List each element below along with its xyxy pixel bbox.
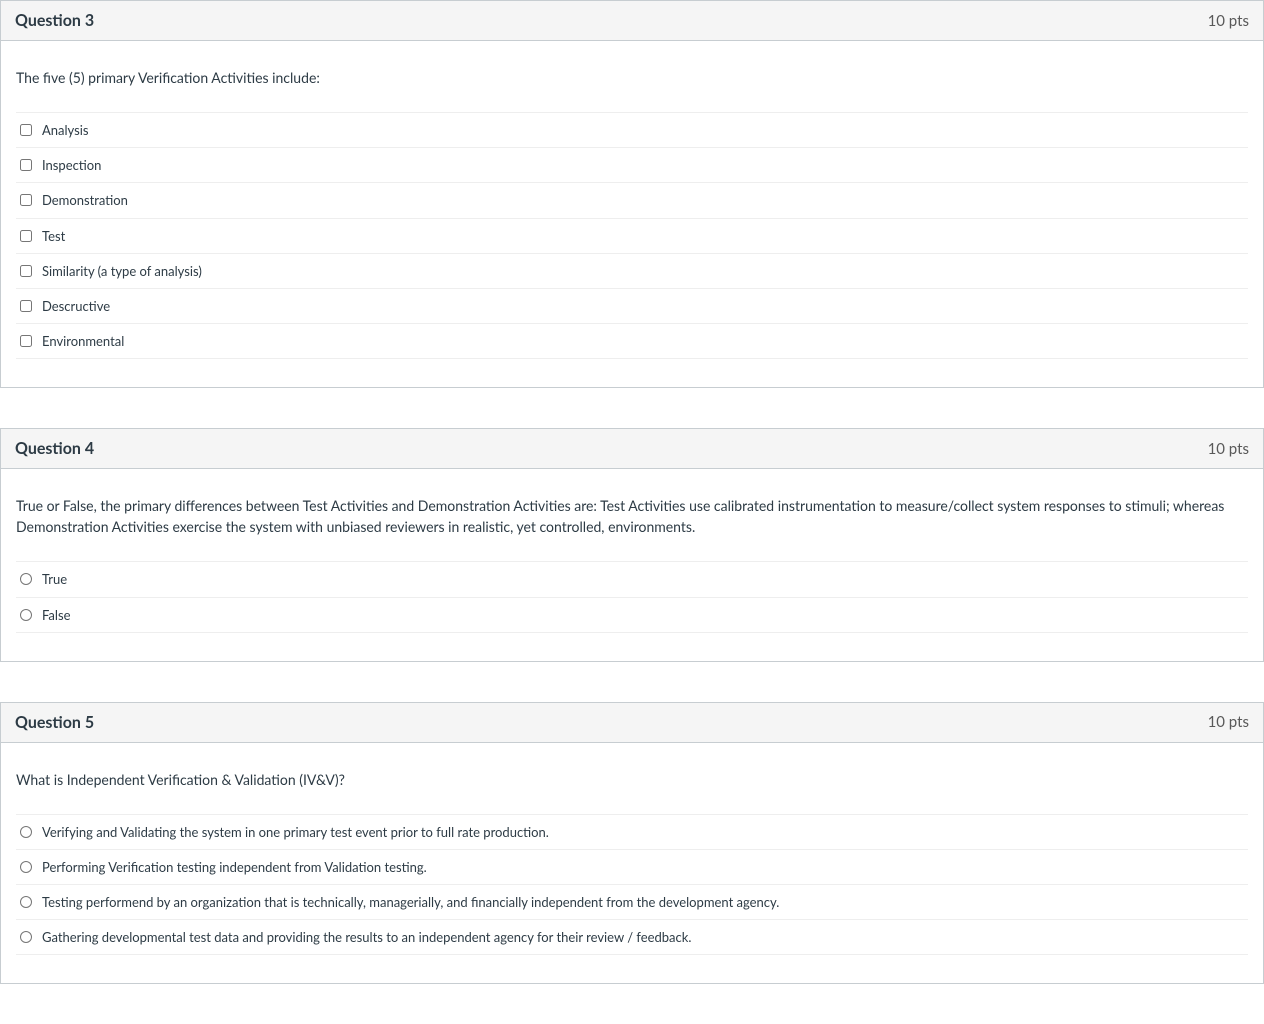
answer-checkbox[interactable] [20, 300, 32, 312]
question-block-5: Question 5 10 pts What is Independent Ve… [0, 702, 1264, 985]
answer-label: Verifying and Validating the system in o… [42, 823, 549, 841]
question-title: Question 5 [15, 713, 94, 732]
answer-label: Similarity (a type of analysis) [42, 262, 202, 280]
answer-radio[interactable] [20, 573, 32, 585]
answer-checkbox[interactable] [20, 194, 32, 206]
answer-label: Analysis [42, 121, 89, 139]
answer-checkbox[interactable] [20, 124, 32, 136]
answer-label: Inspection [42, 156, 101, 174]
answer-option[interactable]: Descructive [16, 289, 1248, 324]
question-title: Question 3 [15, 11, 94, 30]
answer-option[interactable]: Similarity (a type of analysis) [16, 254, 1248, 289]
answer-label: False [42, 606, 70, 624]
answer-label: Test [42, 227, 65, 245]
answer-radio[interactable] [20, 609, 32, 621]
answer-label: Gathering developmental test data and pr… [42, 928, 691, 946]
answer-radio[interactable] [20, 826, 32, 838]
question-title: Question 4 [15, 439, 94, 458]
answer-radio[interactable] [20, 861, 32, 873]
answers-list: True False [16, 561, 1248, 632]
answer-option[interactable]: Performing Verification testing independ… [16, 850, 1248, 885]
question-block-3: Question 3 10 pts The five (5) primary V… [0, 0, 1264, 388]
answer-option[interactable]: Analysis [16, 113, 1248, 148]
answer-option[interactable]: Inspection [16, 148, 1248, 183]
question-text: What is Independent Verification & Valid… [16, 769, 1248, 790]
answer-label: Environmental [42, 332, 124, 350]
question-body: What is Independent Verification & Valid… [1, 743, 1263, 984]
answer-option[interactable]: Verifying and Validating the system in o… [16, 815, 1248, 850]
answer-checkbox[interactable] [20, 335, 32, 347]
answers-list: Analysis Inspection Demonstration Test S… [16, 112, 1248, 359]
answer-option[interactable]: True [16, 562, 1248, 597]
answer-radio[interactable] [20, 896, 32, 908]
question-header: Question 3 10 pts [1, 1, 1263, 41]
question-body: True or False, the primary differences b… [1, 469, 1263, 660]
answer-label: Performing Verification testing independ… [42, 858, 427, 876]
answer-label: Testing performend by an organization th… [42, 893, 779, 911]
answer-option[interactable]: Demonstration [16, 183, 1248, 218]
answer-label: True [42, 570, 67, 588]
question-text: The five (5) primary Verification Activi… [16, 67, 1248, 88]
question-header: Question 4 10 pts [1, 429, 1263, 469]
question-points: 10 pts [1208, 440, 1249, 458]
answer-checkbox[interactable] [20, 159, 32, 171]
answer-checkbox[interactable] [20, 230, 32, 242]
question-block-4: Question 4 10 pts True or False, the pri… [0, 428, 1264, 661]
answer-label: Demonstration [42, 191, 128, 209]
answer-radio[interactable] [20, 931, 32, 943]
question-header: Question 5 10 pts [1, 703, 1263, 743]
answer-label: Descructive [42, 297, 110, 315]
question-points: 10 pts [1208, 12, 1249, 30]
answer-option[interactable]: False [16, 598, 1248, 633]
question-points: 10 pts [1208, 713, 1249, 731]
question-body: The five (5) primary Verification Activi… [1, 41, 1263, 387]
answer-option[interactable]: Testing performend by an organization th… [16, 885, 1248, 920]
answer-option[interactable]: Gathering developmental test data and pr… [16, 920, 1248, 955]
answer-option[interactable]: Test [16, 219, 1248, 254]
answers-list: Verifying and Validating the system in o… [16, 814, 1248, 956]
question-text: True or False, the primary differences b… [16, 495, 1248, 537]
answer-checkbox[interactable] [20, 265, 32, 277]
answer-option[interactable]: Environmental [16, 324, 1248, 359]
